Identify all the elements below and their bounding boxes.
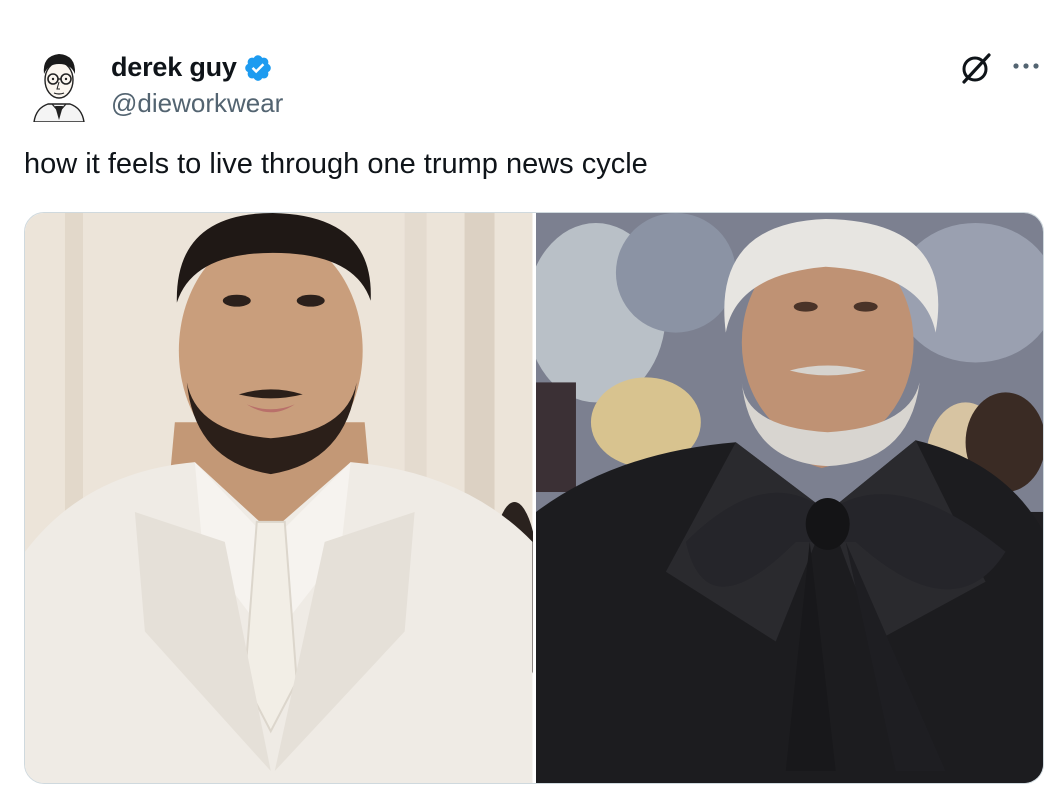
- photo-right-illustration: [535, 213, 1043, 783]
- photo-left-illustration: [25, 213, 533, 783]
- author-handle[interactable]: @dieworkwear: [111, 88, 283, 119]
- verified-badge-icon: [244, 54, 271, 81]
- media-grid: [24, 212, 1044, 784]
- young-man-white-suit-photo[interactable]: [25, 213, 533, 783]
- aged-man-black-suit-bow-photo[interactable]: [535, 213, 1043, 783]
- author-name-row[interactable]: derek guy: [111, 52, 273, 83]
- more-horizontal-icon: [1013, 63, 1039, 69]
- avatar[interactable]: [26, 46, 92, 122]
- portrait-illustration: [33, 54, 85, 122]
- tweet-text: how it feels to live through one trump n…: [24, 148, 648, 180]
- more-button[interactable]: [1010, 54, 1042, 78]
- grok-icon: [962, 53, 991, 84]
- author-display-name[interactable]: derek guy: [111, 52, 237, 83]
- grok-button[interactable]: [958, 50, 994, 86]
